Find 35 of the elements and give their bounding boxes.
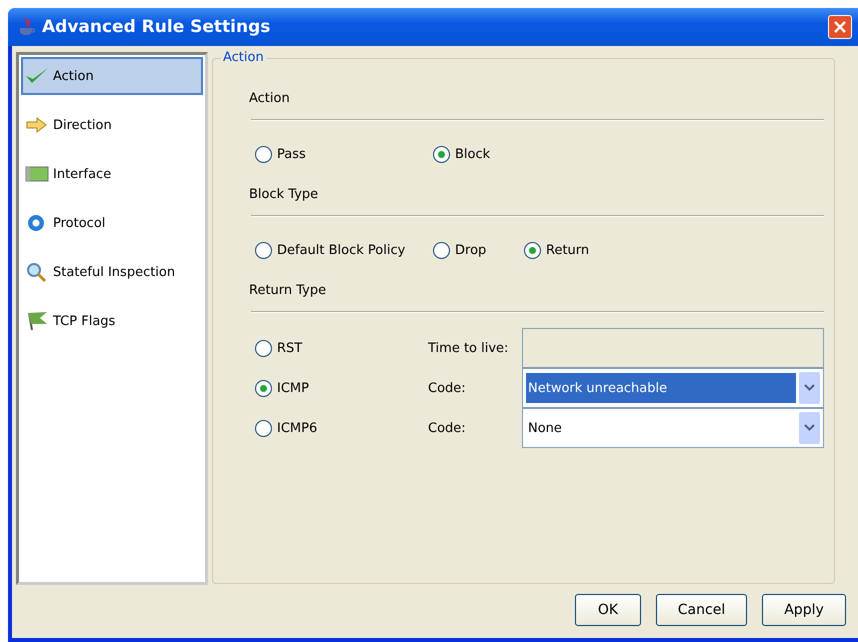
radio-option[interactable]: Default Block Policy [255, 242, 433, 258]
coffee-cup-icon [18, 17, 36, 37]
window-title: Advanced Rule Settings [42, 17, 272, 37]
input-field[interactable] [522, 328, 824, 368]
sidebar-item[interactable]: Action [21, 57, 203, 95]
radio-option[interactable]: Drop [433, 242, 524, 258]
section-heading: Action [249, 91, 291, 108]
dropdown[interactable]: None [522, 408, 824, 448]
close-icon [833, 20, 847, 34]
chevron-down-icon [804, 384, 815, 392]
dialog-button[interactable]: Cancel [656, 594, 747, 626]
dialog-button[interactable]: Apply [762, 594, 846, 626]
section-heading: Return Type [249, 283, 328, 300]
sidebar-item[interactable]: Stateful Inspection [21, 253, 203, 291]
section-heading: Block Type [249, 187, 320, 204]
radio-option[interactable]: Block [433, 146, 524, 162]
sidebar-item[interactable]: TCP Flags [21, 302, 203, 340]
dropdown[interactable]: Network unreachable [522, 368, 824, 408]
flag-icon [25, 311, 49, 331]
arrow-icon [25, 115, 49, 135]
radio-option[interactable]: Return [524, 242, 824, 258]
magnifier-icon [25, 262, 49, 282]
sidebar-item[interactable]: Direction [21, 106, 203, 144]
radio-option[interactable]: ICMP6 [255, 420, 428, 436]
field-label: Code: [428, 380, 467, 396]
radio-option[interactable]: ICMP [255, 380, 428, 396]
radio-option[interactable]: Pass [255, 146, 433, 162]
dialog-button[interactable]: OK [575, 594, 641, 626]
radio-option[interactable]: RST [255, 340, 428, 356]
chevron-down-icon [804, 424, 815, 432]
sidebar-item[interactable]: Interface [21, 155, 203, 193]
field-label: Time to live: [428, 340, 510, 356]
close-button[interactable] [828, 15, 852, 39]
field-label: Code: [428, 420, 467, 436]
sidebar-item[interactable]: Protocol [21, 204, 203, 242]
